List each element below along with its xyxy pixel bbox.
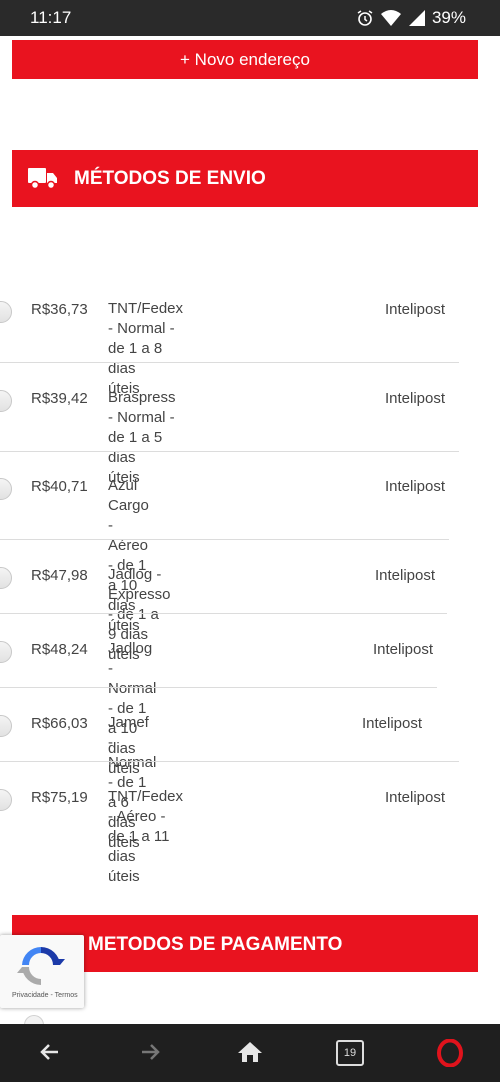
shipping-option-radio[interactable] — [0, 567, 12, 589]
recaptcha-badge[interactable]: Privacidade - Termos — [0, 935, 84, 1008]
shipping-option-radio[interactable] — [0, 478, 12, 500]
shipping-carrier: Intelipost — [385, 478, 446, 495]
shipping-price: R$48,24 — [31, 641, 88, 658]
truck-icon — [28, 166, 58, 196]
shipping-option-radio[interactable] — [0, 715, 12, 737]
shipping-methods-title: MÉTODOS DE ENVIO — [74, 168, 266, 189]
signal-icon — [408, 9, 426, 27]
divider — [0, 613, 447, 614]
recaptcha-links[interactable]: Privacidade - Termos — [12, 992, 78, 999]
divider — [0, 761, 459, 762]
opera-menu-icon[interactable] — [437, 1038, 463, 1072]
tab-count: 19 — [343, 1047, 357, 1059]
shipping-option-radio[interactable] — [0, 390, 12, 412]
clock: 11:17 — [30, 8, 72, 27]
back-arrow-icon[interactable] — [38, 1040, 62, 1069]
alarm-icon — [356, 9, 374, 27]
status-bar: 11:17 39% — [0, 0, 500, 36]
shipping-methods-header: MÉTODOS DE ENVIO — [12, 150, 478, 207]
payment-methods-title: METODOS DE PAGAMENTO — [88, 934, 343, 955]
home-icon[interactable] — [237, 1040, 263, 1069]
shipping-carrier: Intelipost — [385, 301, 446, 318]
new-address-button[interactable]: + Novo endereço — [12, 40, 478, 79]
forward-arrow-icon[interactable] — [138, 1040, 162, 1069]
shipping-carrier: Intelipost — [373, 641, 434, 658]
shipping-description: TNT/Fedex - Normal - de 1 a 8 dias úteis — [108, 300, 184, 397]
shipping-option-radio[interactable] — [0, 789, 12, 811]
shipping-carrier: Intelipost — [385, 789, 446, 806]
shipping-option-radio[interactable] — [0, 301, 12, 323]
shipping-carrier: Intelipost — [385, 390, 446, 407]
divider — [0, 687, 437, 688]
tabs-button[interactable]: 19 — [336, 1040, 364, 1066]
shipping-carrier: Intelipost — [375, 567, 436, 584]
shipping-price: R$36,73 — [31, 301, 88, 318]
shipping-description: Braspress - Normal - de 1 a 5 dias úteis — [108, 389, 176, 486]
shipping-option-radio[interactable] — [0, 641, 12, 663]
shipping-price: R$66,03 — [31, 715, 88, 732]
shipping-description: TNT/Fedex - Aéreo - de 1 a 11 dias úteis — [108, 788, 184, 885]
divider — [0, 451, 459, 452]
divider — [0, 539, 449, 540]
shipping-price: R$47,98 — [31, 567, 88, 584]
browser-nav-bar: 19 — [0, 1024, 500, 1082]
shipping-price: R$75,19 — [31, 789, 88, 806]
battery-level: 39% — [431, 8, 466, 27]
recaptcha-logo-icon — [17, 943, 65, 994]
shipping-price: R$40,71 — [31, 478, 88, 495]
status-icons: 39% — [356, 8, 466, 28]
shipping-carrier: Intelipost — [362, 715, 423, 732]
divider — [0, 362, 459, 363]
wifi-icon — [380, 9, 402, 27]
shipping-price: R$39,42 — [31, 390, 88, 407]
